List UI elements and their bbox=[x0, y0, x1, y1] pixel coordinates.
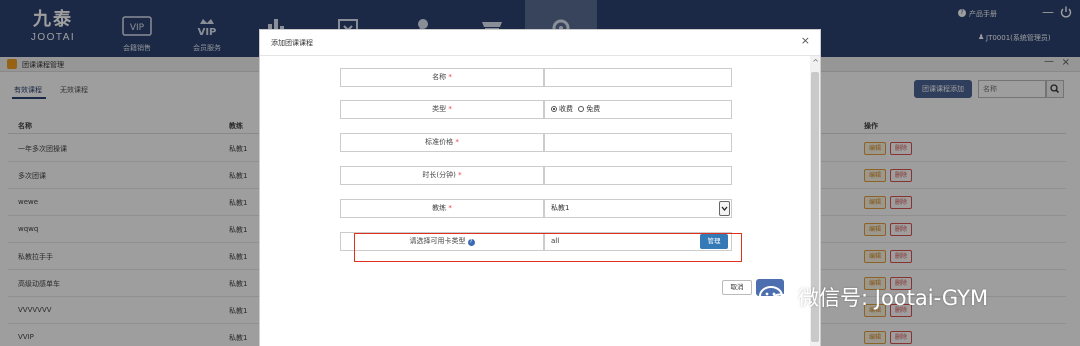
duration-label: 时长(分钟) bbox=[422, 171, 456, 179]
required-mark: * bbox=[448, 204, 452, 212]
required-mark: * bbox=[448, 73, 452, 81]
form-row-coach: 教练 * 私教1 bbox=[340, 199, 732, 218]
field-label: 名称 * bbox=[340, 68, 544, 87]
field-label: 标准价格 * bbox=[340, 133, 544, 152]
name-input[interactable] bbox=[544, 68, 732, 87]
field-label: 类型 * bbox=[340, 100, 544, 119]
radio-paid[interactable] bbox=[551, 106, 557, 112]
highlight-annotation-box bbox=[354, 233, 742, 262]
field-label: 教练 * bbox=[340, 199, 544, 218]
dialog-title: 添加团课课程 bbox=[271, 39, 313, 47]
form-row-type: 类型 * 收费 免费 bbox=[340, 100, 732, 119]
radio-paid-label[interactable]: 收费 bbox=[559, 105, 573, 113]
field-label: 时长(分钟) * bbox=[340, 166, 544, 185]
watermark: 微信号: Jootai-GYM bbox=[758, 280, 988, 316]
required-mark: * bbox=[448, 105, 452, 113]
chevron-down-icon[interactable] bbox=[719, 201, 730, 216]
coach-label: 教练 bbox=[432, 204, 447, 212]
price-label: 标准价格 bbox=[425, 138, 454, 146]
wechat-icon bbox=[759, 286, 790, 311]
add-course-dialog: 添加团课课程 × ^ 名称 * 类型 * 收费 免费 标准价格 * 时长(分钟)… bbox=[259, 29, 821, 346]
duration-input[interactable] bbox=[544, 166, 732, 185]
form-row-duration: 时长(分钟) * bbox=[340, 166, 732, 185]
name-label: 名称 bbox=[432, 73, 447, 81]
type-label: 类型 bbox=[432, 105, 447, 113]
coach-select[interactable]: 私教1 bbox=[544, 199, 732, 218]
required-mark: * bbox=[458, 171, 462, 179]
form-row-name: 名称 * bbox=[340, 68, 732, 87]
radio-free[interactable] bbox=[578, 106, 585, 112]
type-radio-group: 收费 免费 bbox=[544, 100, 732, 119]
coach-select-value: 私教1 bbox=[551, 204, 570, 212]
scroll-up-icon[interactable]: ^ bbox=[812, 58, 819, 67]
required-mark: * bbox=[455, 138, 459, 146]
price-input[interactable] bbox=[544, 133, 732, 152]
dialog-divider bbox=[260, 55, 820, 56]
form-row-price: 标准价格 * bbox=[340, 133, 732, 152]
watermark-text: 微信号: Jootai-GYM bbox=[798, 286, 989, 310]
radio-free-label[interactable]: 免费 bbox=[586, 105, 600, 113]
cancel-button[interactable]: 取消 bbox=[722, 280, 752, 295]
close-icon[interactable]: × bbox=[801, 35, 810, 47]
